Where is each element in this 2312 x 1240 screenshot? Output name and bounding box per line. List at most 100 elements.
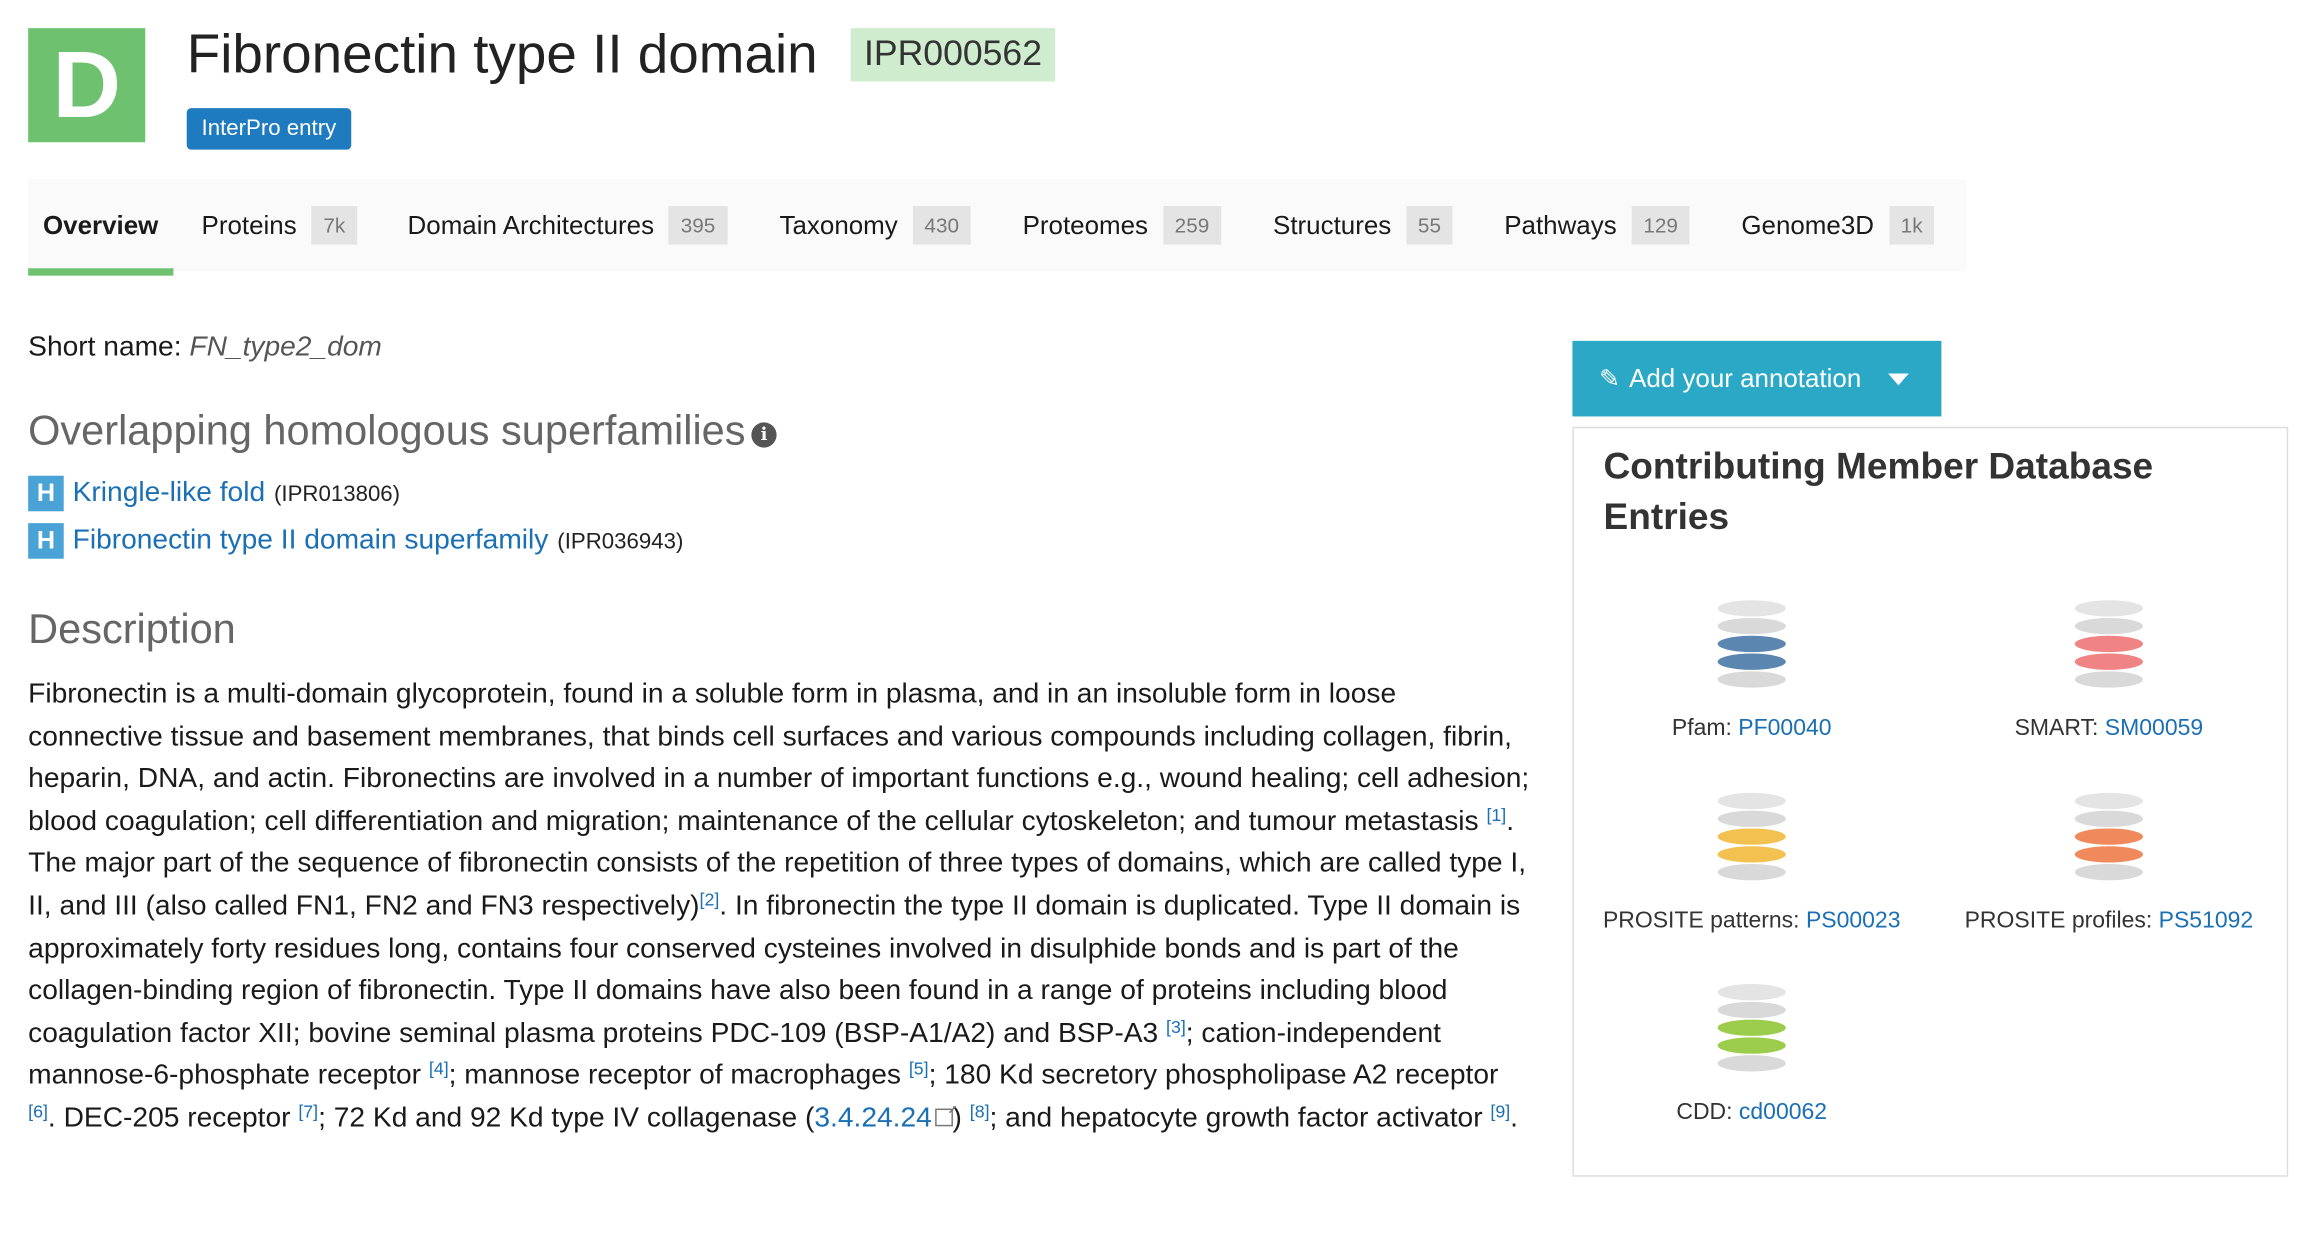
tab-label: Taxonomy — [779, 209, 898, 240]
member-db-link[interactable]: PS00023 — [1806, 908, 1901, 933]
active-tab-indicator — [28, 268, 174, 276]
tab-label: Overview — [42, 209, 159, 240]
member-db-label: PROSITE patterns: PS00023 — [1602, 908, 1901, 934]
reference-link[interactable]: [3] — [1166, 1016, 1186, 1037]
database-icon — [2072, 600, 2146, 688]
reference-link[interactable]: [5] — [909, 1059, 929, 1080]
reference-link[interactable]: [6] — [28, 1101, 48, 1122]
database-disc — [1717, 864, 1786, 881]
accession-badge: IPR000562 — [850, 28, 1056, 82]
tab-proteins[interactable]: Proteins 7k — [202, 179, 358, 271]
database-disc — [1717, 846, 1786, 863]
add-annotation-label: Add your annotation — [1629, 363, 1862, 393]
ec-number-link[interactable]: 3.4.24.24 — [814, 1103, 931, 1134]
tab-proteomes[interactable]: Proteomes 259 — [1023, 179, 1222, 271]
member-db-panel-title: Contributing Member Database Entries — [1603, 446, 2154, 538]
tab-count: 129 — [1631, 205, 1690, 245]
member-db-link[interactable]: SM00059 — [2105, 716, 2203, 741]
database-disc — [1717, 1001, 1786, 1019]
database-icon — [1715, 600, 1789, 688]
reference-link[interactable]: [7] — [298, 1101, 318, 1122]
superfamily-accession: (IPR013806) — [274, 480, 401, 507]
database-disc — [1717, 810, 1786, 827]
entry-type-tag: InterPro entry — [186, 108, 352, 150]
homologous-superfamily-badge: H — [28, 523, 64, 559]
database-icon — [2072, 792, 2146, 881]
superfamilies-heading-text: Overlapping homologous superfamilies — [28, 407, 746, 454]
tab-count: 259 — [1162, 205, 1222, 245]
tab-label: Proteins — [201, 209, 297, 240]
database-disc — [1717, 600, 1786, 617]
member-db-label: PROSITE profiles: PS51092 — [1964, 908, 2254, 934]
info-icon[interactable]: i — [751, 422, 777, 448]
superfamily-item: H Kringle-like fold (IPR013806) — [28, 474, 400, 513]
tab-label: Structures — [1273, 209, 1392, 240]
member-db-entry: PROSITE patterns: PS00023 — [1581, 792, 1922, 935]
database-disc — [1717, 828, 1786, 845]
reference-link[interactable]: [4] — [429, 1059, 449, 1080]
add-annotation-button[interactable]: ✎ Add your annotation — [1572, 340, 1942, 417]
member-db-link[interactable]: cd00062 — [1739, 1100, 1827, 1125]
database-disc — [2074, 600, 2143, 617]
description-paragraph: The major part of the sequence of fibron… — [28, 848, 1527, 1134]
superfamily-link[interactable]: Fibronectin type II domain superfamily — [73, 525, 549, 558]
database-disc — [1717, 984, 1786, 1001]
database-disc — [2074, 864, 2143, 881]
description-heading: Description — [28, 606, 236, 653]
reference-link[interactable]: [9] — [1490, 1101, 1510, 1122]
tab-genome3d[interactable]: Genome3D 1k — [1741, 179, 1935, 271]
database-disc — [1717, 671, 1786, 688]
tab-label: Domain Architectures — [407, 209, 655, 240]
short-name-label: Short name: — [28, 331, 182, 364]
member-db-link[interactable]: PF00040 — [1738, 716, 1831, 741]
external-link-icon — [934, 1108, 953, 1127]
tab-taxonomy[interactable]: Taxonomy 430 — [780, 179, 971, 271]
homologous-superfamily-badge: H — [28, 475, 64, 512]
description-paragraph: Fibronectin is a multi-domain glycoprote… — [28, 678, 1530, 838]
tab-count: 55 — [1406, 205, 1453, 245]
reference-link[interactable]: [2] — [700, 889, 720, 910]
entry-type-badge: D — [28, 28, 146, 143]
tab-count: 1k — [1888, 205, 1935, 245]
short-name: Short name: FN_type2_dom — [28, 329, 382, 368]
member-db-entry: CDD: cd00062 — [1581, 984, 1922, 1126]
database-disc — [1717, 1055, 1786, 1072]
member-db-entry: SMART: SM00059 — [1938, 600, 2279, 742]
member-db-entry: Pfam: PF00040 — [1581, 600, 1922, 742]
tab-structures[interactable]: Structures 55 — [1273, 179, 1453, 271]
tab-pathways[interactable]: Pathways 129 — [1504, 179, 1690, 271]
database-icon — [1715, 792, 1789, 881]
member-db-label: Pfam: PF00040 — [1671, 715, 1832, 741]
superfamily-item: H Fibronectin type II domain superfamily… — [28, 522, 683, 561]
database-disc — [2074, 635, 2143, 653]
member-db-entry: PROSITE profiles: PS51092 — [1938, 792, 2279, 935]
tab-label: Genome3D — [1741, 209, 1874, 240]
member-db-label: SMART: SM00059 — [2014, 715, 2204, 741]
tab-domain-architectures[interactable]: Domain Architectures 395 — [408, 179, 728, 271]
database-disc — [2074, 792, 2143, 810]
member-db-label: CDD: cd00062 — [1676, 1099, 1828, 1125]
database-disc — [2074, 617, 2143, 635]
superfamily-link[interactable]: Kringle-like fold — [73, 477, 266, 510]
tab-label: Proteomes — [1022, 209, 1148, 240]
database-disc — [1717, 653, 1786, 670]
short-name-value: FN_type2_dom — [189, 331, 382, 364]
tab-count: 395 — [668, 205, 728, 245]
page-title: Fibronectin type II domain — [186, 23, 818, 85]
pencil-icon: ✎ — [1599, 363, 1621, 392]
tab-count: 7k — [311, 205, 358, 245]
member-db-link[interactable]: PS51092 — [2159, 908, 2254, 933]
database-icon — [1715, 984, 1789, 1072]
reference-link[interactable]: [1] — [1486, 804, 1506, 825]
tab-overview[interactable]: Overview — [43, 179, 158, 271]
database-disc — [2074, 828, 2143, 845]
tab-label: Pathways — [1504, 209, 1617, 240]
reference-link[interactable]: [8] — [970, 1101, 990, 1122]
superfamilies-heading: Overlapping homologous superfamilies i — [28, 405, 777, 458]
database-disc — [1717, 1019, 1786, 1036]
superfamily-accession: (IPR036943) — [557, 528, 684, 554]
database-disc — [2074, 653, 2143, 670]
database-disc — [2074, 671, 2143, 688]
database-disc — [2074, 810, 2143, 827]
tab-count: 430 — [912, 205, 971, 245]
